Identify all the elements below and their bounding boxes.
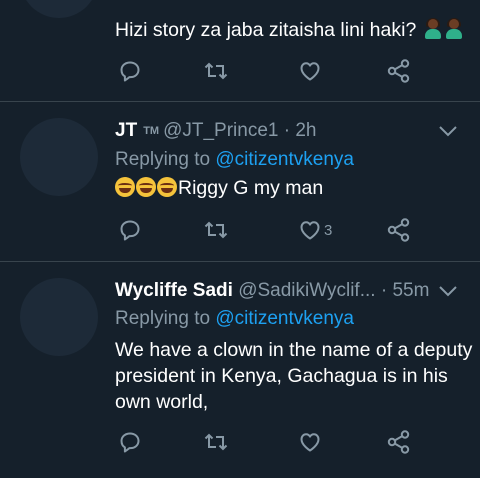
retweet-icon	[204, 433, 228, 451]
tweet-1[interactable]: Hizi story za jaba zitaisha lini haki?	[0, 0, 480, 101]
share-icon	[387, 59, 410, 83]
like-button[interactable]	[298, 56, 324, 86]
retweet-icon	[204, 62, 228, 80]
replying-to-label: Replying to	[115, 149, 211, 170]
retweet-button[interactable]	[203, 56, 229, 86]
avatar[interactable]	[20, 278, 98, 356]
tweet-actions: 3	[0, 215, 480, 245]
share-button[interactable]	[386, 56, 412, 86]
tweet-header: Wycliffe Sadi @SadikiWyclif... · 55m	[115, 280, 429, 302]
share-button[interactable]	[386, 427, 412, 457]
replying-to-handle[interactable]: @citizentvkenya	[215, 308, 354, 329]
tweet-header: JT TM @JT_Prince1 · 2h	[115, 120, 317, 142]
replying-to-label: Replying to	[115, 308, 211, 329]
heart-icon	[300, 433, 320, 452]
tweet-3[interactable]: Wycliffe Sadi @SadikiWyclif... · 55m Rep…	[0, 262, 480, 478]
tweet-2[interactable]: JT TM @JT_Prince1 · 2h Replying to @citize…	[0, 102, 480, 260]
trademark-badge: TM	[143, 124, 160, 137]
share-icon	[387, 218, 410, 242]
like-button[interactable]	[298, 427, 324, 457]
avatar[interactable]	[20, 118, 98, 196]
retweet-button[interactable]	[203, 427, 229, 457]
tweet-text-line: We have a clown in the name of a deputy	[115, 339, 473, 361]
like-count: 3	[324, 221, 333, 239]
retweet-icon	[204, 221, 228, 239]
tweet-text-content: Riggy G my man	[178, 177, 324, 199]
replying-to: Replying to @citizentvkenya	[115, 149, 354, 171]
joy-icon	[157, 177, 177, 197]
like-button[interactable]: 3	[298, 215, 332, 245]
reply-button[interactable]	[118, 56, 142, 86]
chevron-down-icon[interactable]	[438, 124, 458, 138]
woman-facepalming-icon	[423, 18, 443, 40]
tweet-text: Hizi story za jaba zitaisha lini haki?	[115, 16, 464, 44]
author-handle[interactable]: @SadikiWyclif...	[238, 280, 375, 301]
author-name[interactable]: JT	[115, 120, 137, 141]
tweet-text-line: own world,	[115, 391, 209, 413]
tweet-text-line: president in Kenya, Gachagua is in his	[115, 365, 448, 387]
reply-icon	[120, 220, 140, 241]
joy-icon	[136, 177, 156, 197]
tweet-actions	[0, 427, 480, 457]
reply-icon	[120, 61, 140, 82]
chevron-down-icon[interactable]	[438, 284, 458, 298]
avatar[interactable]	[20, 0, 98, 18]
reply-icon	[120, 432, 140, 453]
share-icon	[387, 430, 410, 454]
reply-button[interactable]	[118, 427, 142, 457]
share-button[interactable]	[386, 215, 412, 245]
tweet-text-content: Hizi story za jaba zitaisha lini haki?	[115, 19, 417, 41]
tweet-actions	[0, 56, 480, 86]
author-name[interactable]: Wycliffe Sadi	[115, 280, 233, 301]
tweet-time: · 2h	[283, 120, 317, 141]
replying-to: Replying to @citizentvkenya	[115, 308, 354, 330]
heart-icon	[300, 221, 320, 240]
woman-facepalming-icon	[444, 18, 464, 40]
reply-button[interactable]	[118, 215, 142, 245]
heart-icon	[300, 62, 320, 81]
author-handle[interactable]: @JT_Prince1	[163, 120, 278, 141]
joy-icon	[115, 177, 135, 197]
tweet-time: · 55m	[380, 280, 430, 301]
retweet-button[interactable]	[203, 215, 229, 245]
tweet-text: Riggy G my man	[115, 174, 323, 202]
replying-to-handle[interactable]: @citizentvkenya	[215, 149, 354, 170]
